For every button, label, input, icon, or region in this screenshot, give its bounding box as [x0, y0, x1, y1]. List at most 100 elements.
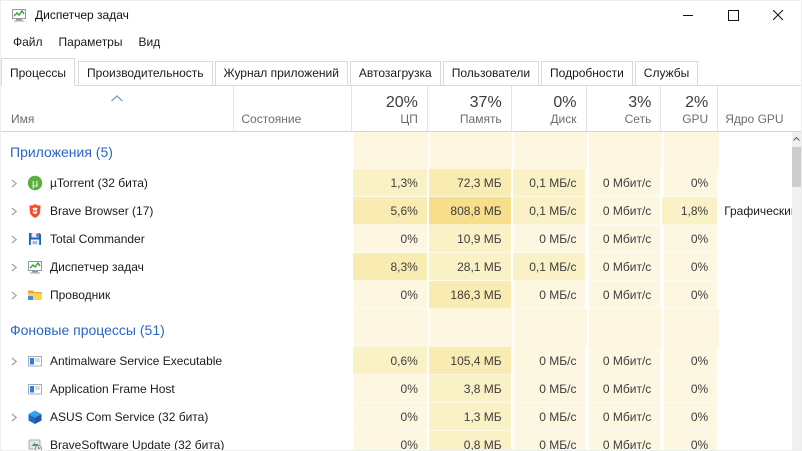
- gpu-cell: 0%: [660, 253, 717, 281]
- expand-chevron-icon[interactable]: [10, 263, 27, 272]
- process-name: ASUS Com Service (32 бита): [50, 410, 208, 424]
- tab-users[interactable]: Пользователи: [443, 61, 539, 85]
- menu-file[interactable]: Файл: [5, 31, 51, 53]
- column-network[interactable]: 3% Сеть: [586, 86, 661, 131]
- expand-chevron-icon[interactable]: [10, 413, 27, 422]
- memory-cell: 3,8 МБ: [427, 375, 511, 403]
- generic-window-icon: [27, 353, 43, 369]
- disk-cell: 0 МБ/с: [511, 431, 586, 451]
- gpu-total: 2%: [685, 94, 708, 112]
- svg-text:µ: µ: [32, 179, 39, 190]
- process-name: BraveSoftware Update (32 бита): [50, 438, 224, 451]
- process-row-brave[interactable]: Brave Browser (17) 5,6% 808,8 МБ 0,1 МБ/…: [1, 197, 801, 225]
- tab-performance[interactable]: Производительность: [78, 61, 212, 85]
- disk-cell: 0,1 МБ/с: [511, 253, 586, 281]
- network-cell: 0 Мбит/с: [585, 225, 660, 253]
- network-cell: 0 Мбит/с: [585, 253, 660, 281]
- network-cell: 0 Мбит/с: [585, 403, 660, 431]
- task-manager-window: Диспетчер задач Файл Параметры Вид Проце…: [0, 0, 802, 451]
- process-row-utorrent[interactable]: µ µTorrent (32 бита) 1,3% 72,3 МБ 0,1 МБ…: [1, 169, 801, 197]
- expand-chevron-icon[interactable]: [10, 235, 27, 244]
- cpu-cell: 0,6%: [351, 347, 427, 375]
- memory-cell: 10,9 МБ: [427, 225, 511, 253]
- disk-total: 0%: [553, 94, 576, 112]
- gpu-core-cell: [717, 253, 801, 281]
- tab-startup[interactable]: Автозагрузка: [350, 61, 441, 85]
- expand-chevron-placeholder: [10, 385, 27, 394]
- column-memory[interactable]: 37% Память: [427, 86, 511, 131]
- process-name: Проводник: [50, 288, 110, 302]
- network-cell: 0 Мбит/с: [585, 169, 660, 197]
- brave-icon: [27, 203, 43, 219]
- group-label: Фоновые процессы (51): [10, 322, 165, 338]
- process-row-asus-com-service[interactable]: ASUS Com Service (32 бита) 0% 1,3 МБ 0 М…: [1, 403, 801, 431]
- gpu-core-cell: [717, 403, 801, 431]
- process-row-antimalware[interactable]: Antimalware Service Executable 0,6% 105,…: [1, 347, 801, 375]
- tab-details[interactable]: Подробности: [541, 61, 633, 85]
- group-row-background[interactable]: Фоновые процессы (51): [1, 313, 801, 347]
- status-cell: [233, 197, 351, 225]
- process-row-app-frame-host[interactable]: Application Frame Host 0% 3,8 МБ 0 МБ/с …: [1, 375, 801, 403]
- gpu-core-cell: Графический п: [717, 197, 801, 225]
- tab-strip: Процессы Производительность Журнал прило…: [1, 55, 801, 86]
- total-commander-icon: 64: [27, 231, 43, 247]
- process-name: Antimalware Service Executable: [50, 354, 222, 368]
- cpu-cell: 0%: [351, 225, 427, 253]
- process-name: Application Frame Host: [50, 382, 175, 396]
- process-row-task-manager[interactable]: Диспетчер задач 8,3% 28,1 МБ 0,1 МБ/с 0 …: [1, 253, 801, 281]
- cpu-cell: 0%: [351, 431, 427, 451]
- cpu-cell: 8,3%: [351, 253, 427, 281]
- cpu-total: 20%: [386, 94, 418, 112]
- gpu-cell: 0%: [660, 281, 717, 309]
- group-label: Приложения (5): [10, 144, 113, 160]
- task-manager-icon: [11, 7, 27, 23]
- cpu-cell: 0%: [351, 375, 427, 403]
- status-cell: [233, 403, 351, 431]
- vertical-scrollbar[interactable]: [792, 132, 801, 451]
- cpu-cell: 1,3%: [351, 169, 427, 197]
- memory-cell: 28,1 МБ: [427, 253, 511, 281]
- column-disk[interactable]: 0% Диск: [511, 86, 586, 131]
- group-row-apps[interactable]: Приложения (5): [1, 135, 801, 169]
- column-status[interactable]: Состояние: [233, 86, 351, 131]
- gpu-cell: 0%: [660, 169, 717, 197]
- tab-app-history[interactable]: Журнал приложений: [215, 61, 348, 85]
- process-row-total-commander[interactable]: 64 Total Commander 0% 10,9 МБ 0 МБ/с 0 М…: [1, 225, 801, 253]
- process-row-brave-update[interactable]: BraveSoftware Update (32 бита) 0% 0,8 МБ…: [1, 431, 801, 451]
- disk-cell: 0,1 МБ/с: [511, 169, 586, 197]
- scrollbar-thumb[interactable]: [792, 147, 801, 187]
- disk-cell: 0 МБ/с: [511, 225, 586, 253]
- tab-services[interactable]: Службы: [635, 61, 698, 85]
- generic-window-icon: [27, 381, 43, 397]
- menu-view[interactable]: Вид: [130, 31, 168, 53]
- status-cell: [233, 225, 351, 253]
- column-header-row: Имя Состояние 20% ЦП 37% Память 0% Диск …: [1, 86, 801, 132]
- memory-total: 37%: [470, 94, 502, 112]
- tab-processes[interactable]: Процессы: [1, 58, 75, 86]
- scrollbar-up-arrow-icon[interactable]: [792, 132, 801, 146]
- expand-chevron-icon[interactable]: [10, 207, 27, 216]
- menu-options[interactable]: Параметры: [51, 31, 131, 53]
- network-cell: 0 Мбит/с: [585, 281, 660, 309]
- column-name[interactable]: Имя: [1, 86, 233, 131]
- minimize-button[interactable]: [666, 1, 711, 29]
- column-gpu-core[interactable]: Ядро GPU: [717, 86, 801, 131]
- network-cell: 0 Мбит/с: [585, 375, 660, 403]
- disk-cell: 0 МБ/с: [511, 375, 586, 403]
- process-row-explorer[interactable]: Проводник 0% 186,3 МБ 0 МБ/с 0 Мбит/с 0%: [1, 281, 801, 309]
- column-gpu[interactable]: 2% GPU: [660, 86, 717, 131]
- process-name: µTorrent (32 бита): [50, 176, 148, 190]
- close-button[interactable]: [756, 1, 801, 29]
- maximize-button[interactable]: [711, 1, 756, 29]
- process-name: Brave Browser (17): [50, 204, 153, 218]
- column-cpu[interactable]: 20% ЦП: [351, 86, 427, 131]
- gpu-cell: 1,8%: [660, 197, 717, 225]
- memory-cell: 105,4 МБ: [427, 347, 511, 375]
- expand-chevron-icon[interactable]: [10, 291, 27, 300]
- window-title: Диспетчер задач: [35, 8, 129, 22]
- status-cell: [233, 253, 351, 281]
- network-cell: 0 Мбит/с: [585, 347, 660, 375]
- expand-chevron-icon[interactable]: [10, 179, 27, 188]
- gpu-cell: 0%: [660, 431, 717, 451]
- expand-chevron-icon[interactable]: [10, 357, 27, 366]
